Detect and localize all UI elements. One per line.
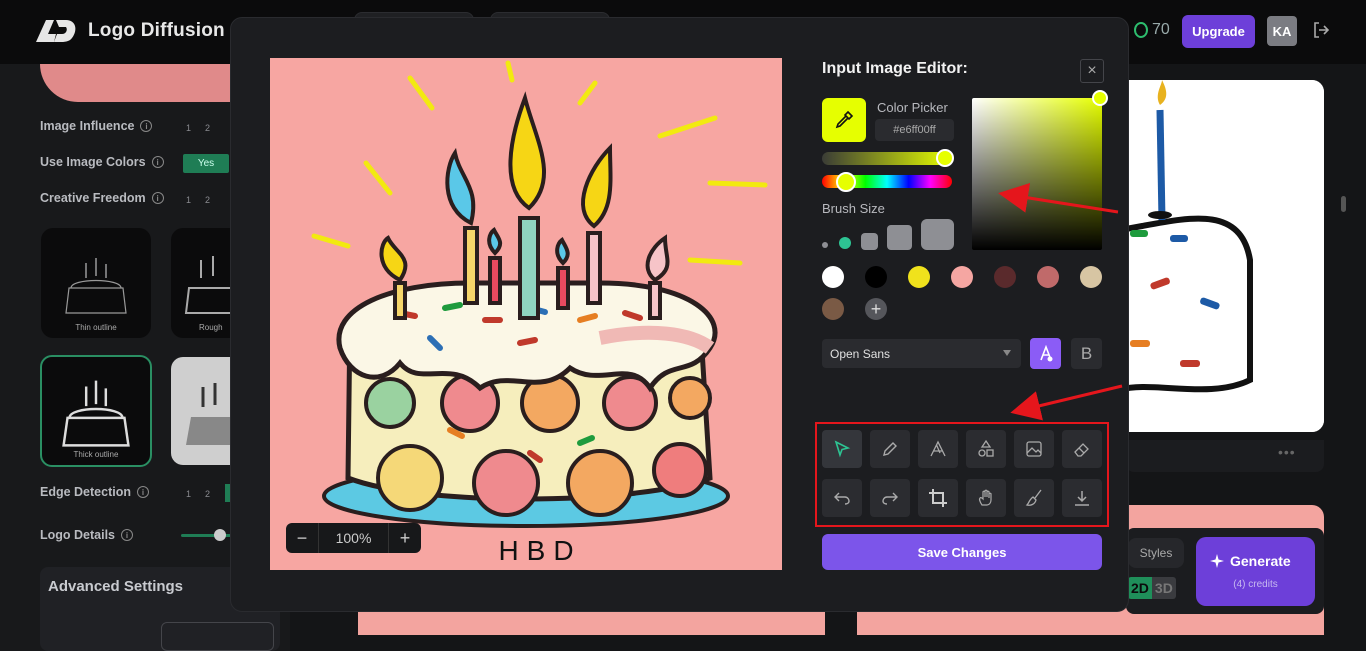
annotation-arrow (1010, 384, 1123, 421)
annotation-arrows (998, 182, 1123, 421)
annotation-arrow (998, 182, 1119, 214)
